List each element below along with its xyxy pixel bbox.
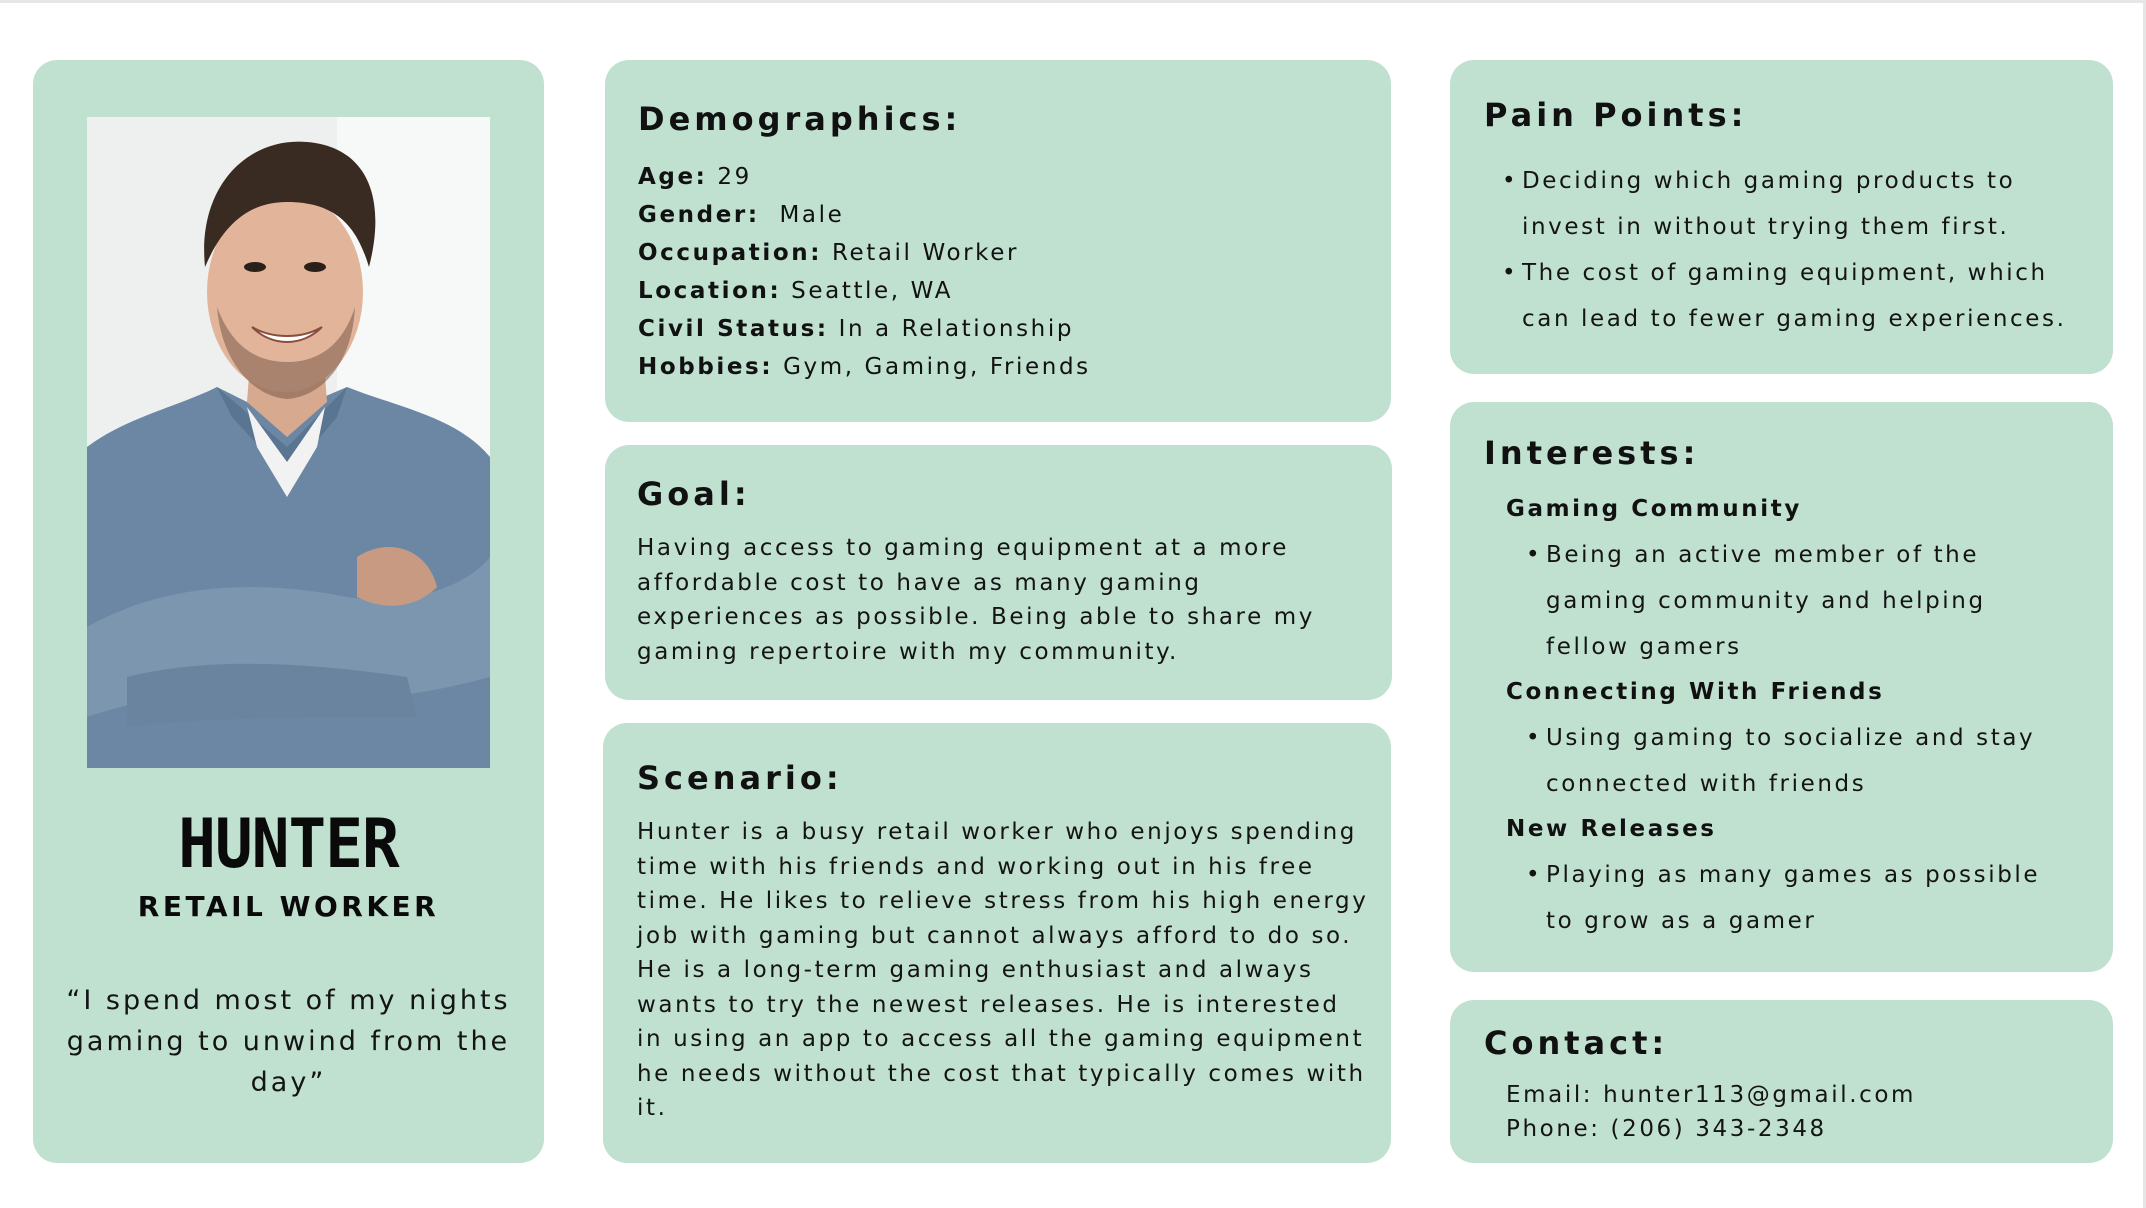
bullet-icon: • [1526,862,1543,888]
interest-bullet: • Being an active member of the gaming c… [1526,532,2076,670]
scenario-text: Hunter is a busy retail worker who enjoy… [637,819,1369,1121]
profile-photo [87,117,490,768]
demographics-heading: Demographics: [638,100,962,138]
interest-bullet: • Using gaming to socialize and stay con… [1526,715,2076,807]
goal-card: Goal: Having access to gaming equipment … [605,445,1392,700]
persona-name: HUNTER [178,805,399,884]
contact-card: Contact: Email: hunter113@gmail.com Phon… [1450,1000,2113,1163]
demographics-row-age: Age: 29 [638,164,752,190]
profile-card: HUNTER RETAIL WORKER “I spend most of my… [33,60,544,1163]
bullet-icon: • [1502,168,1519,194]
demographics-card: Demographics: Age: 29 Gender: Male Occup… [605,60,1391,422]
interests-card: Interests: Gaming Community • Being an a… [1450,402,2113,972]
contact-phone[interactable]: Phone: (206) 343-2348 [1506,1112,1916,1146]
goal-heading: Goal: [637,475,751,513]
persona-page: HUNTER RETAIL WORKER “I spend most of my… [0,0,2146,1208]
demographics-list: Age: 29 Gender: Male Occupation: Retail … [638,158,1091,386]
demographics-row-gender: Gender: Male [638,202,845,228]
pain-points-heading: Pain Points: [1484,96,1748,134]
interest-title: Gaming Community [1506,496,1802,522]
scenario-heading: Scenario: [637,759,843,797]
bullet-icon: • [1526,725,1543,751]
demographics-row-hobbies: Hobbies: Gym, Gaming, Friends [638,354,1091,380]
contact-heading: Contact: [1484,1024,1669,1062]
bullet-icon: • [1526,542,1543,568]
contact-email[interactable]: Email: hunter113@gmail.com [1506,1078,1916,1112]
demographics-row-location: Location: Seattle, WA [638,278,954,304]
demographics-row-civil-status: Civil Status: In a Relationship [638,316,1075,342]
pain-points-list: • Deciding which gaming products to inve… [1502,158,2092,342]
interest-title: Connecting With Friends [1506,679,1885,705]
contact-details: Email: hunter113@gmail.com Phone: (206) … [1506,1078,1916,1146]
pain-points-card: Pain Points: • Deciding which gaming pro… [1450,60,2113,374]
scenario-card: Scenario: Hunter is a busy retail worker… [603,723,1391,1163]
bullet-icon: • [1502,260,1519,286]
pain-point-item: • Deciding which gaming products to inve… [1502,158,2092,250]
persona-role: RETAIL WORKER [137,890,440,923]
pain-point-item: • The cost of gaming equipment, which ca… [1502,250,2092,342]
goal-text: Having access to gaming equipment at a m… [637,535,1315,665]
interest-title: New Releases [1506,816,1717,842]
interest-bullet: • Playing as many games as possible to g… [1526,852,2076,944]
persona-quote: “I spend most of my nights gaming to unw… [66,985,511,1098]
interests-heading: Interests: [1484,434,1700,472]
demographics-row-occupation: Occupation: Retail Worker [638,240,1020,266]
